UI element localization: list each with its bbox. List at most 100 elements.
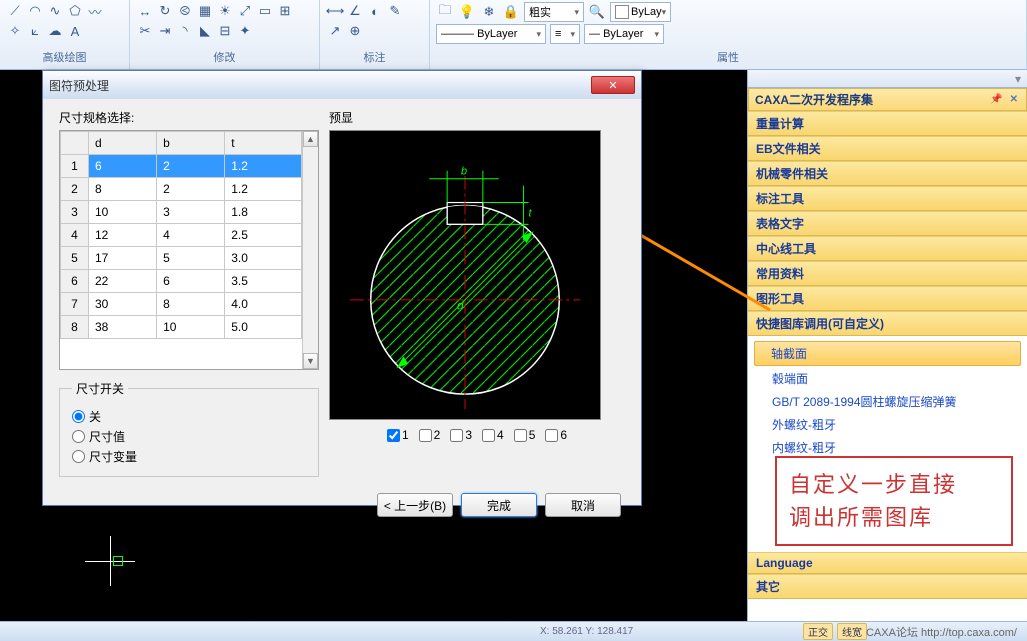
check-4[interactable] (482, 429, 495, 442)
prev-button[interactable]: < 上一步(B) (377, 493, 453, 517)
table-row[interactable]: 73084.0 (61, 293, 302, 316)
cat-ref[interactable]: 常用资料 (748, 261, 1027, 286)
watermark: CAXA论坛 http://top.caxa.com/ (866, 624, 1017, 640)
layer-icon[interactable]: 🗀 (436, 3, 454, 21)
cat-lib[interactable]: 快捷图库调用(可自定义) (748, 311, 1027, 336)
cat-parts[interactable]: 机械零件相关 (748, 161, 1027, 186)
group-label: 修改 (136, 49, 313, 67)
rotate-icon[interactable]: ↻ (156, 2, 174, 20)
check-3[interactable] (450, 429, 463, 442)
cat-shape[interactable]: 图形工具 (748, 286, 1027, 311)
break-icon[interactable]: ⊟ (216, 22, 234, 40)
linetype2-combo[interactable]: ——— ByLayer▾ (436, 24, 546, 44)
lineweight-combo[interactable]: ≡▾ (550, 24, 580, 44)
group-label: 属性 (436, 49, 1020, 67)
angle-icon[interactable]: ⟀ (26, 22, 44, 40)
scale-icon[interactable]: ⤢ (236, 2, 254, 20)
ortho-toggle[interactable]: 正交 (803, 623, 833, 640)
move-icon[interactable]: ↔ (136, 2, 154, 20)
category-list: 重量计算 EB文件相关 机械零件相关 标注工具 表格文字 中心线工具 常用资料 … (748, 111, 1027, 463)
bulb-icon[interactable]: 💡 (458, 3, 476, 21)
sub-list: 轴截面 毂端面 GB/T 2089-1994圆柱螺旋压缩弹簧 外螺纹-粗牙 内螺… (748, 336, 1027, 463)
view-checks: 1 2 3 4 5 6 (329, 428, 625, 442)
mirror-icon[interactable]: ⧀ (176, 2, 194, 20)
cat-dim[interactable]: 标注工具 (748, 186, 1027, 211)
check-5[interactable] (514, 429, 527, 442)
spark-icon[interactable]: ✧ (6, 22, 24, 40)
panel-title: CAXA二次开发程序集 📌 ✕ (748, 88, 1027, 111)
table-row[interactable]: 2821.2 (61, 178, 302, 201)
coords-readout: X: 58.261 Y: 128.417 (540, 626, 633, 637)
radio-var[interactable] (72, 450, 85, 463)
tolerance-icon[interactable]: ⊕ (346, 22, 364, 40)
array-icon[interactable]: ▦ (196, 2, 214, 20)
sub-shaft-section[interactable]: 轴截面 (754, 341, 1021, 366)
cat-table[interactable]: 表格文字 (748, 211, 1027, 236)
arc-icon[interactable]: ◠ (26, 2, 44, 20)
sub-spring[interactable]: GB/T 2089-1994圆柱螺旋压缩弹簧 (748, 390, 1027, 413)
lineweight-toggle[interactable]: 线宽 (837, 623, 867, 640)
radio-val[interactable] (72, 430, 85, 443)
color-combo[interactable]: ByLay▾ (610, 2, 671, 22)
ok-button[interactable]: 完成 (461, 493, 537, 517)
dim-radius-icon[interactable]: ◐ (366, 2, 384, 20)
radio-off[interactable] (72, 410, 85, 423)
sub-hub-end[interactable]: 毂端面 (748, 367, 1027, 390)
table-row[interactable]: 1621.2 (61, 155, 302, 178)
cancel-button[interactable]: 取消 (545, 493, 621, 517)
group-label: 标注 (326, 49, 423, 67)
table-row[interactable]: 51753.0 (61, 247, 302, 270)
trim-icon[interactable]: ✂ (136, 22, 154, 40)
sun-icon[interactable]: ☀ (216, 2, 234, 20)
explode-icon[interactable]: ✦ (236, 22, 254, 40)
svg-text:t: t (529, 207, 533, 219)
cat-centerline[interactable]: 中心线工具 (748, 236, 1027, 261)
cat-language[interactable]: Language (748, 552, 1027, 574)
leader-icon[interactable]: ↗ (326, 22, 344, 40)
table-scrollbar[interactable]: ▲▼ (302, 131, 318, 369)
fillet-icon[interactable]: ◝ (176, 22, 194, 40)
chamfer-icon[interactable]: ◣ (196, 22, 214, 40)
cat-eb[interactable]: EB文件相关 (748, 136, 1027, 161)
dim-angle-icon[interactable]: ∠ (346, 2, 364, 20)
check-1[interactable] (387, 429, 400, 442)
symbol-preprocess-dialog: 图符预处理 ✕ 尺寸规格选择: d b t 1621.22821.231031.… (42, 70, 642, 506)
cat-weight[interactable]: 重量计算 (748, 111, 1027, 136)
check-2[interactable] (419, 429, 432, 442)
preview-canvas: b t d (329, 130, 601, 420)
polyline-icon[interactable]: ⟋ (6, 2, 24, 20)
check-6[interactable] (545, 429, 558, 442)
side-panel: ▾ CAXA二次开发程序集 📌 ✕ 重量计算 EB文件相关 机械零件相关 标注工… (747, 70, 1027, 621)
table-row[interactable]: 41242.5 (61, 224, 302, 247)
table-row[interactable]: 31031.8 (61, 201, 302, 224)
match-icon[interactable]: 🔍 (588, 3, 606, 21)
preview-label: 预显 (329, 109, 625, 126)
status-bar: X: 58.261 Y: 128.417 正交 线宽 CAXA论坛 http:/… (0, 621, 1027, 641)
join-icon[interactable]: ⊞ (276, 2, 294, 20)
color2-combo[interactable]: — ByLayer▾ (584, 24, 664, 44)
panel-pin-close[interactable]: 📌 ✕ (990, 94, 1020, 105)
polygon-icon[interactable]: ⬠ (66, 2, 84, 20)
extend-icon[interactable]: ⇥ (156, 22, 174, 40)
rect-icon[interactable]: ▭ (256, 2, 274, 20)
dim-linear-icon[interactable]: ⟷ (326, 2, 344, 20)
table-row[interactable]: 62263.5 (61, 270, 302, 293)
dim-edit-icon[interactable]: ✎ (386, 2, 404, 20)
cloud-icon[interactable]: ☁ (46, 22, 64, 40)
lock-icon[interactable]: 🔒 (502, 3, 520, 21)
table-row[interactable]: 838105.0 (61, 316, 302, 339)
svg-text:b: b (461, 166, 467, 178)
text-icon[interactable]: A (66, 22, 84, 40)
freeze-icon[interactable]: ❄ (480, 3, 498, 21)
spec-table[interactable]: d b t 1621.22821.231031.841242.551753.06… (59, 130, 319, 370)
dialog-titlebar[interactable]: 图符预处理 ✕ (43, 71, 641, 99)
linetype-combo[interactable]: 粗实▾ (524, 2, 584, 22)
close-button[interactable]: ✕ (591, 76, 635, 94)
cat-other[interactable]: 其它 (748, 574, 1027, 599)
wave-icon[interactable]: 〰 (86, 2, 104, 20)
panel-tab-strip[interactable]: ▾ (748, 70, 1027, 88)
dim-switch-group: 尺寸开关 关 尺寸值 尺寸变量 (59, 380, 319, 477)
sub-ext-thread[interactable]: 外螺纹-粗牙 (748, 413, 1027, 436)
svg-text:d: d (457, 299, 464, 313)
spline-icon[interactable]: ∿ (46, 2, 64, 20)
